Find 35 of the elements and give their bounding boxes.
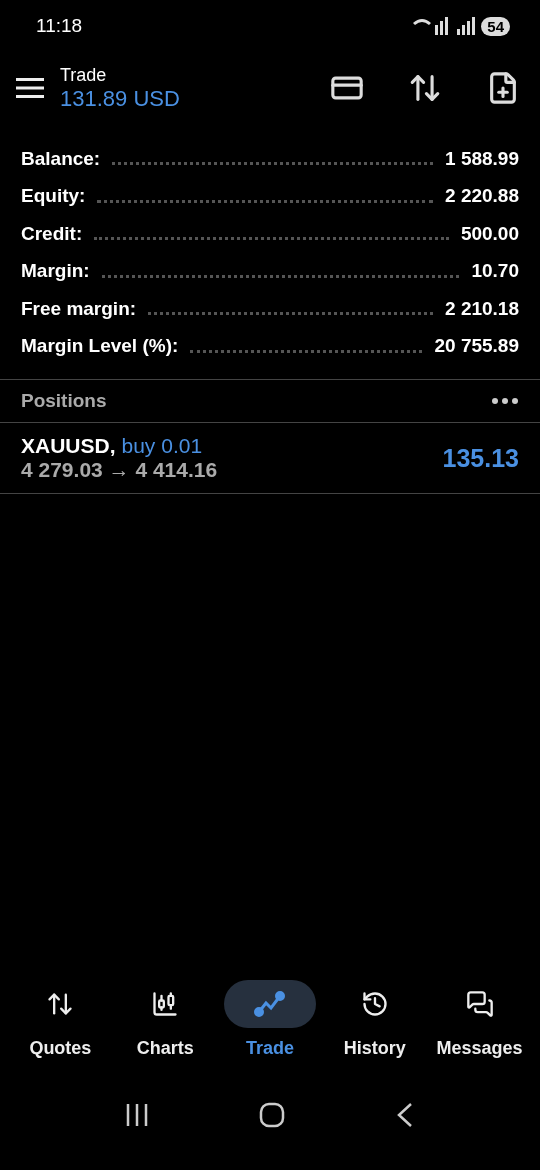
nav-tab[interactable]: Trade — [218, 980, 322, 1070]
summary-label: Margin Level (%): — [21, 335, 179, 358]
battery-level: 54 — [481, 16, 510, 36]
position-prices: 4 279.03 → 4 414.16 — [21, 458, 218, 482]
menu-icon[interactable] — [16, 77, 44, 99]
summary-label: Balance: — [21, 147, 101, 170]
summary-label: Free margin: — [21, 297, 137, 320]
summary-value: 10.70 — [471, 260, 519, 283]
nav-tab[interactable]: Quotes — [8, 980, 113, 1070]
summary-label: Margin: — [21, 260, 90, 283]
history-icon — [360, 990, 389, 1018]
position-side: buy 0.01 — [121, 434, 203, 458]
screen-title: Trade — [60, 64, 108, 86]
nav-tab[interactable]: History — [322, 980, 427, 1070]
summary-value: 2 220.88 — [445, 185, 519, 208]
position-profit: 135.13 — [442, 443, 519, 473]
summary-label: Equity: — [21, 185, 86, 208]
candlestick-icon — [151, 990, 180, 1018]
section-title: Positions — [21, 390, 107, 412]
signal-icon — [413, 17, 476, 35]
home-icon[interactable] — [259, 1102, 285, 1128]
account-profit: 131.89 USD — [60, 85, 181, 112]
nav-tab[interactable]: Charts — [113, 980, 218, 1070]
chat-bubbles-icon — [465, 990, 494, 1018]
line-chart-icon — [254, 990, 286, 1018]
summary-value: 1 588.99 — [445, 147, 519, 170]
summary-label: Credit: — [21, 222, 83, 245]
summary-value: 2 210.18 — [445, 297, 519, 320]
status-time: 11:18 — [36, 15, 83, 37]
nav-tab[interactable]: Messages — [427, 980, 532, 1070]
recent-apps-icon[interactable] — [125, 1103, 149, 1127]
summary-value: 500.00 — [460, 222, 519, 245]
more-icon[interactable] — [492, 398, 518, 404]
position-symbol: XAUUSD, — [21, 434, 116, 458]
summary-value: 20 755.89 — [434, 335, 519, 358]
